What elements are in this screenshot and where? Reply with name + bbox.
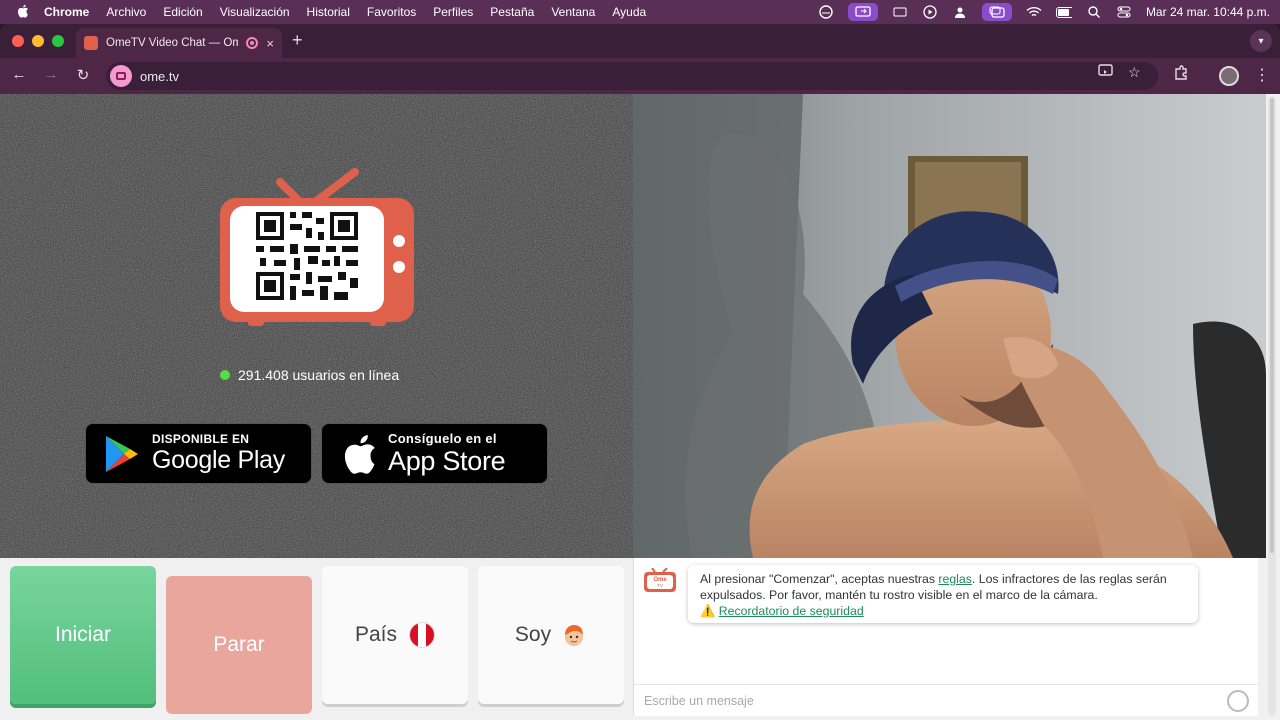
menubar-status-area: Mar 24 mar. 10:44 p.m. — [818, 0, 1270, 24]
forward-button[interactable]: → — [41, 66, 61, 83]
app-store-button[interactable]: Consíguelo en el App Store — [321, 423, 548, 484]
control-center-icon[interactable] — [1116, 5, 1132, 19]
online-users-indicator: 291.408 usuarios en línea — [220, 367, 399, 383]
menu-visualizacion[interactable]: Visualización — [220, 5, 290, 19]
ometv-logo-icon: Ome TV — [644, 568, 676, 592]
gender-selector[interactable]: Soy — [478, 566, 624, 704]
stop-button[interactable]: Parar — [166, 576, 312, 714]
recording-indicator-icon — [246, 37, 259, 49]
zoom-window-button[interactable] — [52, 35, 64, 47]
macos-menubar: Chrome Archivo Edición Visualización His… — [0, 0, 1280, 24]
online-dot-icon — [220, 370, 230, 380]
reload-button[interactable]: ↻ — [73, 66, 93, 84]
online-users-count: 291.408 usuarios en línea — [238, 367, 400, 383]
stranger-video-frame — [633, 94, 1266, 558]
extensions-icon[interactable] — [1173, 65, 1189, 84]
warning-icon: ⚠️ — [700, 604, 716, 618]
google-play-button[interactable]: DISPONIBLE EN Google Play — [85, 423, 312, 484]
boy-avatar-icon — [565, 625, 584, 646]
chat-controls: Iniciar Parar País Soy — [0, 558, 633, 720]
profile-avatar[interactable] — [1219, 66, 1239, 86]
vpn-icon[interactable] — [818, 5, 834, 19]
app-store-small-text: Consíguelo en el — [388, 430, 497, 446]
app-store-big-text: App Store — [388, 445, 506, 476]
tab-ometv[interactable]: OmeTV Video Chat — Omegle × — [76, 28, 282, 58]
apple-logo-icon — [344, 434, 375, 474]
keyboard-icon[interactable] — [892, 5, 908, 19]
menu-favoritos[interactable]: Favoritos — [367, 5, 416, 19]
address-bar[interactable]: ome.tv — [106, 62, 1158, 90]
message-input[interactable] — [644, 693, 1204, 708]
google-play-icon — [106, 435, 138, 472]
tab-title: OmeTV Video Chat — Omegle — [106, 37, 239, 49]
screen-share-icon[interactable] — [847, 3, 878, 21]
url-text[interactable]: ome.tv — [140, 69, 179, 84]
google-play-big-text: Google Play — [152, 446, 285, 474]
emoji-picker-icon[interactable] — [1227, 690, 1249, 712]
menu-edicion[interactable]: Edición — [163, 5, 202, 19]
cast-icon[interactable] — [1098, 64, 1114, 81]
menu-ayuda[interactable]: Ayuda — [612, 5, 646, 19]
stage-manager-icon[interactable] — [981, 3, 1012, 21]
apple-menu-icon[interactable] — [14, 4, 32, 21]
ometv-page: 291.408 usuarios en línea DISPONIBLE EN … — [0, 94, 1280, 720]
notice-text-before: Al presionar "Comenzar", aceptas nuestra… — [700, 572, 939, 586]
site-info-icon[interactable] — [110, 65, 132, 87]
start-button[interactable]: Iniciar — [10, 566, 156, 704]
menu-ventana[interactable]: Ventana — [551, 5, 595, 19]
user-icon[interactable] — [952, 5, 968, 19]
bookmark-star-icon[interactable]: ☆ — [1128, 64, 1141, 81]
close-window-button[interactable] — [12, 35, 24, 47]
stranger-video-panel — [633, 94, 1266, 558]
tab-strip: OmeTV Video Chat — Omegle × + ▾ — [0, 24, 1280, 58]
minimize-window-button[interactable] — [32, 35, 44, 47]
gender-label: Soy — [514, 623, 552, 646]
back-button[interactable]: ← — [9, 66, 29, 83]
menu-app-name[interactable]: Chrome — [44, 5, 89, 19]
logo-subtext: TV — [657, 583, 663, 588]
new-tab-button[interactable]: + — [292, 30, 303, 51]
menu-historial[interactable]: Historial — [307, 5, 350, 19]
safety-reminder-link[interactable]: Recordatorio de seguridad — [719, 604, 864, 618]
play-icon[interactable] — [922, 5, 938, 19]
browser-toolbar: ← → ↻ ome.tv ☆ ⋮ — [0, 58, 1280, 94]
chrome-menu-icon[interactable]: ⋮ — [1254, 65, 1270, 85]
country-selector[interactable]: País — [322, 566, 468, 704]
ometv-favicon-icon — [84, 36, 98, 50]
wifi-icon[interactable] — [1026, 5, 1042, 19]
tab-search-button[interactable]: ▾ — [1250, 30, 1272, 52]
tv-qr-code-icon — [220, 168, 414, 326]
rules-link[interactable]: reglas — [938, 572, 972, 586]
chrome-window: OmeTV Video Chat — Omegle × + ▾ ← → ↻ om… — [0, 24, 1280, 720]
peru-flag-icon — [409, 622, 436, 648]
google-play-small-text: DISPONIBLE EN — [152, 432, 250, 446]
menu-pestana[interactable]: Pestaña — [490, 5, 534, 19]
menu-archivo[interactable]: Archivo — [106, 5, 146, 19]
battery-icon[interactable] — [1055, 5, 1072, 19]
message-input-bar — [634, 684, 1259, 716]
tab-close-button[interactable]: × — [266, 36, 274, 51]
menu-perfiles[interactable]: Perfiles — [433, 5, 473, 19]
chat-panel: Ome TV Al presionar "Comenzar", aceptas … — [633, 558, 1259, 716]
rules-notice-bubble: Al presionar "Comenzar", aceptas nuestra… — [688, 565, 1198, 623]
search-icon[interactable] — [1086, 5, 1102, 19]
menubar-clock[interactable]: Mar 24 mar. 10:44 p.m. — [1146, 5, 1270, 19]
country-label: País — [354, 623, 398, 646]
own-video-panel: 291.408 usuarios en línea DISPONIBLE EN … — [0, 94, 633, 558]
page-scrollbar[interactable] — [1268, 96, 1276, 716]
